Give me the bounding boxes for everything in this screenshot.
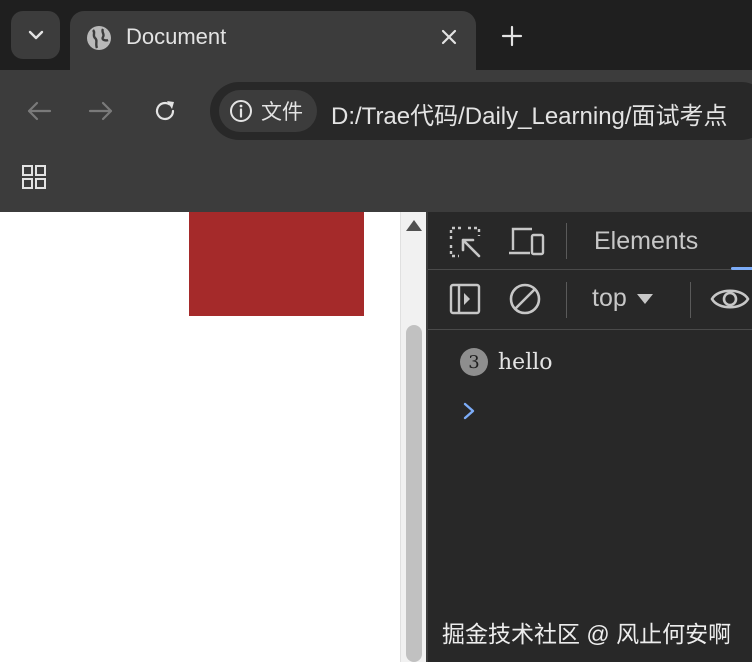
site-info-chip[interactable]: 文件: [219, 90, 317, 132]
tab-elements[interactable]: Elements: [594, 227, 698, 256]
eye-icon: [710, 289, 750, 309]
inspect-element-button[interactable]: [448, 225, 482, 259]
console-message-text: hello: [498, 349, 553, 375]
watermark: 掘金技术社区 @ 风止何安啊: [442, 621, 732, 647]
device-mode-icon: [509, 227, 545, 256]
chevron-down-icon: [28, 30, 43, 40]
tab-document[interactable]: Document: [70, 11, 476, 71]
repeat-count-badge: 3: [460, 348, 488, 376]
tab-close-button[interactable]: [434, 22, 464, 52]
new-tab-button[interactable]: [492, 18, 532, 54]
scroll-up-arrow-icon[interactable]: [406, 220, 422, 231]
clear-console-button[interactable]: [508, 282, 542, 316]
toolbar-divider: [690, 282, 691, 318]
tab-title: Document: [126, 24, 227, 49]
console-prompt[interactable]: [462, 401, 476, 426]
site-info-label: 文件: [261, 101, 303, 124]
globe-icon: [87, 26, 111, 50]
toolbar-divider: [566, 282, 567, 318]
arrow-right-icon: [88, 101, 113, 121]
tab-search-button[interactable]: [11, 11, 60, 59]
page-viewport: [0, 212, 400, 662]
toolbar-divider: [566, 223, 567, 259]
omnibox[interactable]: 文件 D:/Trae代码/Daily_Learning/面试考点: [210, 82, 752, 140]
sidebar-toggle-icon: [449, 283, 481, 315]
back-button[interactable]: [17, 89, 61, 133]
plus-icon: [501, 25, 523, 47]
reload-icon: [155, 101, 175, 121]
forward-button[interactable]: [79, 89, 123, 133]
url-text[interactable]: D:/Trae代码/Daily_Learning/面试考点: [331, 96, 728, 131]
close-icon: [441, 29, 457, 45]
devtools-panel: Elements top 3 hello 掘金技术社区 @ 风止何安啊: [426, 212, 752, 662]
devtools-tab-bar: Elements: [428, 212, 752, 270]
page-scrollbar[interactable]: [400, 212, 426, 662]
live-expression-button[interactable]: [710, 284, 750, 314]
scroll-thumb[interactable]: [406, 325, 422, 662]
chevron-right-icon: [463, 402, 475, 420]
apps-grid-icon: [22, 165, 46, 189]
dropdown-triangle-icon: [636, 293, 653, 304]
bookmarks-bar: [0, 150, 752, 212]
tab-strip: Document: [0, 0, 752, 71]
show-sidebar-button[interactable]: [448, 282, 482, 316]
info-icon: [230, 100, 252, 122]
red-box: [189, 212, 364, 316]
device-toolbar-button[interactable]: [508, 224, 546, 258]
arrow-left-icon: [27, 101, 52, 121]
browser-toolbar: 文件 D:/Trae代码/Daily_Learning/面试考点: [0, 70, 752, 150]
console-message: 3 hello: [460, 348, 553, 376]
inspect-cursor-icon: [449, 226, 481, 258]
console-toolbar: top: [428, 270, 752, 330]
context-selector[interactable]: top: [592, 284, 653, 313]
clear-icon: [509, 283, 541, 315]
context-selector-label: top: [592, 284, 627, 312]
reload-button[interactable]: [143, 89, 187, 133]
apps-button[interactable]: [20, 163, 48, 191]
